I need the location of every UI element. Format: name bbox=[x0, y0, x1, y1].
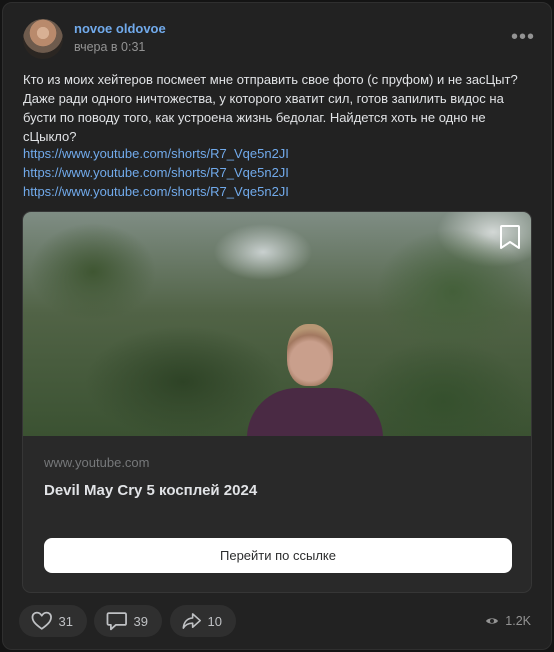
like-button[interactable]: 31 bbox=[19, 605, 87, 637]
view-counter: 1.2K bbox=[485, 614, 531, 628]
thumbnail-person-body bbox=[247, 388, 383, 436]
eye-icon bbox=[486, 618, 499, 624]
post-links: https://www.youtube.com/shorts/R7_Vqe5n2… bbox=[23, 144, 533, 201]
heart-icon bbox=[31, 611, 52, 630]
more-dots-icon[interactable]: ••• bbox=[511, 27, 535, 47]
share-icon bbox=[182, 613, 201, 629]
post-card: novoe oldovoe вчера в 0:31 ••• Кто из мо… bbox=[2, 2, 552, 650]
like-count: 31 bbox=[58, 613, 73, 629]
comment-button[interactable]: 39 bbox=[94, 605, 162, 637]
share-count: 10 bbox=[207, 613, 222, 629]
link-preview-card[interactable]: www.youtube.com Devil May Cry 5 косплей … bbox=[22, 211, 532, 593]
video-thumbnail[interactable] bbox=[23, 212, 531, 436]
comment-count: 39 bbox=[133, 613, 148, 629]
view-count: 1.2K bbox=[505, 614, 531, 628]
link-domain: www.youtube.com bbox=[44, 455, 150, 470]
post-text: Кто из моих хейтеров посмеет мне отправи… bbox=[23, 72, 518, 144]
author-name[interactable]: novoe oldovoe bbox=[74, 21, 166, 36]
bookmark-icon[interactable] bbox=[499, 224, 521, 250]
author-avatar[interactable] bbox=[23, 19, 63, 59]
youtube-link[interactable]: https://www.youtube.com/shorts/R7_Vqe5n2… bbox=[23, 182, 533, 201]
open-link-button[interactable]: Перейти по ссылке bbox=[44, 538, 512, 573]
post-date[interactable]: вчера в 0:31 bbox=[74, 40, 145, 54]
thumbnail-person-head bbox=[287, 324, 333, 386]
share-button[interactable]: 10 bbox=[170, 605, 236, 637]
youtube-link[interactable]: https://www.youtube.com/shorts/R7_Vqe5n2… bbox=[23, 144, 533, 163]
link-title[interactable]: Devil May Cry 5 косплей 2024 bbox=[44, 482, 257, 499]
comment-icon bbox=[106, 612, 127, 631]
youtube-link[interactable]: https://www.youtube.com/shorts/R7_Vqe5n2… bbox=[23, 163, 533, 182]
